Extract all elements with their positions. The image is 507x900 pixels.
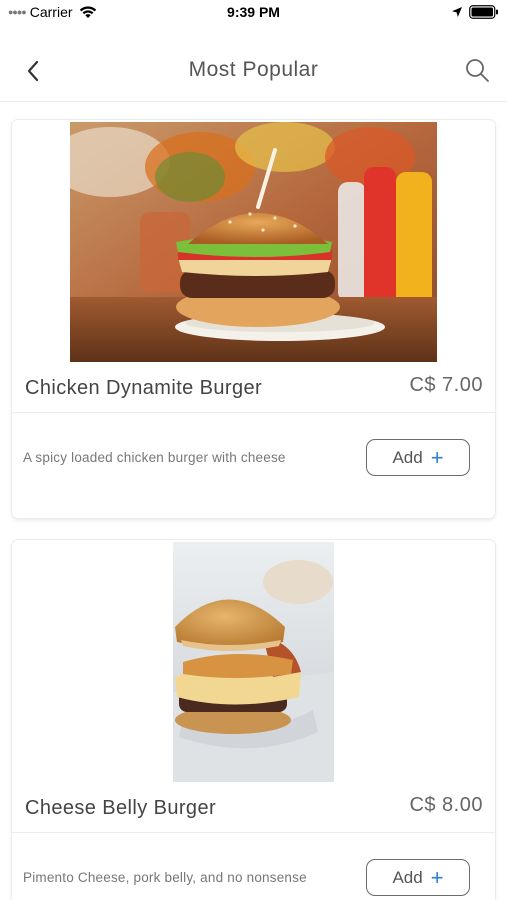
item-description: Pimento Cheese, pork belly, and no nonse… [23,870,307,885]
burger-photo-image [173,542,334,782]
page-title: Most Popular [188,58,319,81]
battery-icon [469,5,498,19]
menu-item-card[interactable]: Chicken Dynamite Burger C$ 7.00 A spicy … [12,120,495,518]
item-photo [173,542,334,782]
status-time: 9:39 PM [227,4,280,20]
divider [12,832,495,833]
item-name: Chicken Dynamite Burger [25,377,263,399]
divider [12,412,495,413]
add-button-label: Add [392,447,423,467]
plus-icon: + [430,864,444,890]
search-button[interactable] [461,54,493,86]
item-description: A spicy loaded chicken burger with chees… [23,450,286,465]
location-arrow-icon [452,7,462,17]
item-photo [70,122,437,362]
nav-bar: Most Popular [0,40,507,102]
status-bar: ●●●● Carrier 9:39 PM [0,0,507,28]
plus-icon: + [430,444,444,470]
burger-photo-image [70,122,437,362]
add-button[interactable]: Add + [366,859,470,896]
item-price: C$ 7.00 [409,374,483,396]
add-button[interactable]: Add + [366,439,470,476]
menu-item-card[interactable]: Cheese Belly Burger C$ 8.00 Pimento Chee… [12,540,495,900]
item-price: C$ 8.00 [409,794,483,816]
add-button-label: Add [392,867,423,887]
item-name: Cheese Belly Burger [25,797,217,819]
status-right [451,5,499,19]
search-icon [466,59,489,82]
